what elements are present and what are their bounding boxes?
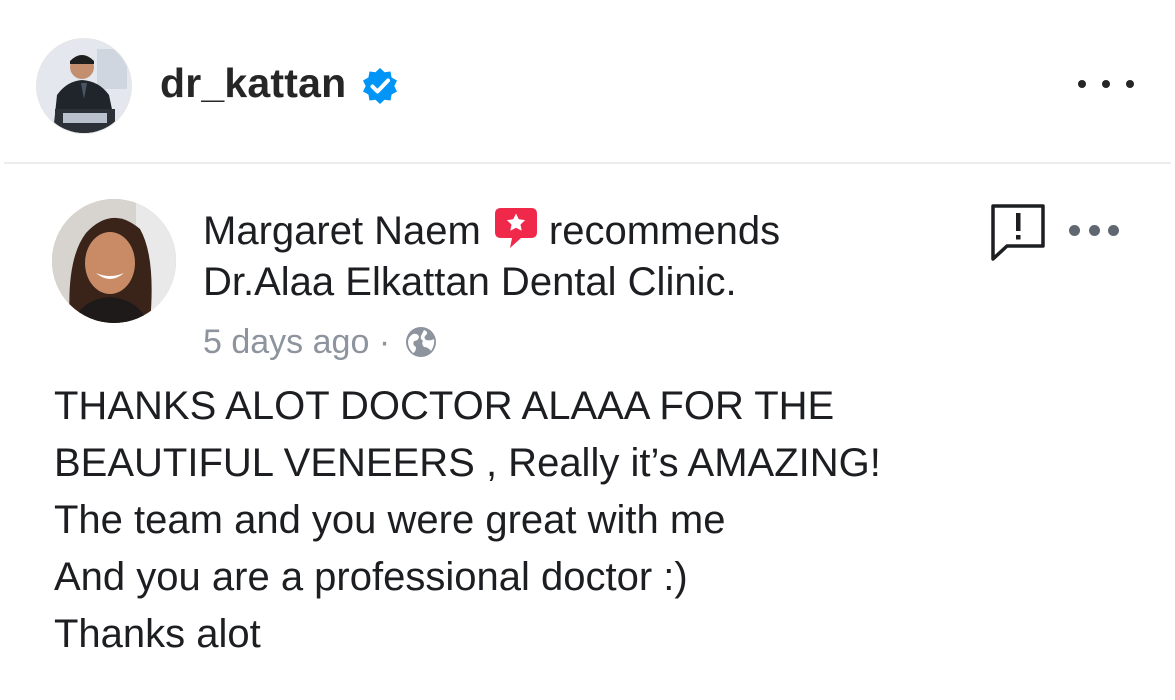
post-username[interactable]: dr_kattan bbox=[160, 58, 346, 108]
reviewer-avatar[interactable] bbox=[52, 199, 176, 323]
verified-badge-icon bbox=[363, 68, 397, 104]
more-dot bbox=[1108, 224, 1119, 236]
timestamp[interactable]: 5 days ago bbox=[203, 323, 369, 361]
review-line: The team and you were great with me bbox=[54, 498, 726, 542]
profile-photo bbox=[37, 39, 131, 133]
recommendation-star-bubble-icon bbox=[494, 208, 537, 248]
recommended-page[interactable]: Dr.Alaa Elkattan Dental Clinic. bbox=[203, 258, 737, 306]
meta-separator: · bbox=[378, 323, 391, 361]
post-meta: 5 days ago · bbox=[203, 320, 438, 364]
report-icon[interactable] bbox=[988, 201, 1048, 261]
review-line: BEAUTIFUL VENEERS , Really it’s AMAZING! bbox=[54, 441, 881, 485]
recommends-verb: recommends bbox=[548, 209, 781, 253]
more-dot bbox=[1102, 80, 1110, 88]
more-options-button[interactable] bbox=[1078, 66, 1134, 102]
more-dot bbox=[1069, 224, 1080, 236]
review-line: And you are a professional doctor :) bbox=[54, 555, 688, 599]
post-header: dr_kattan bbox=[0, 0, 1175, 164]
reviewer-photo bbox=[52, 199, 176, 323]
reviewer-name[interactable]: Margaret Naem bbox=[203, 209, 481, 253]
review-line: Thanks alot bbox=[54, 612, 261, 656]
review-line: THANKS ALOT DOCTOR ALAAA FOR THE bbox=[54, 384, 835, 428]
globe-icon bbox=[406, 327, 437, 357]
more-dot bbox=[1088, 224, 1100, 236]
recommendation-headline: Margaret Naem recommends bbox=[203, 204, 780, 255]
more-dot bbox=[1126, 80, 1134, 88]
more-dot bbox=[1078, 80, 1086, 88]
profile-avatar[interactable] bbox=[37, 39, 131, 133]
recommendation-card: Margaret Naem recommends Dr.Alaa Elkattan… bbox=[0, 164, 1175, 700]
review-text: THANKS ALOT DOCTOR ALAAA FOR THE BEAUTIF… bbox=[54, 378, 881, 663]
card-more-options-button[interactable] bbox=[1069, 218, 1119, 242]
